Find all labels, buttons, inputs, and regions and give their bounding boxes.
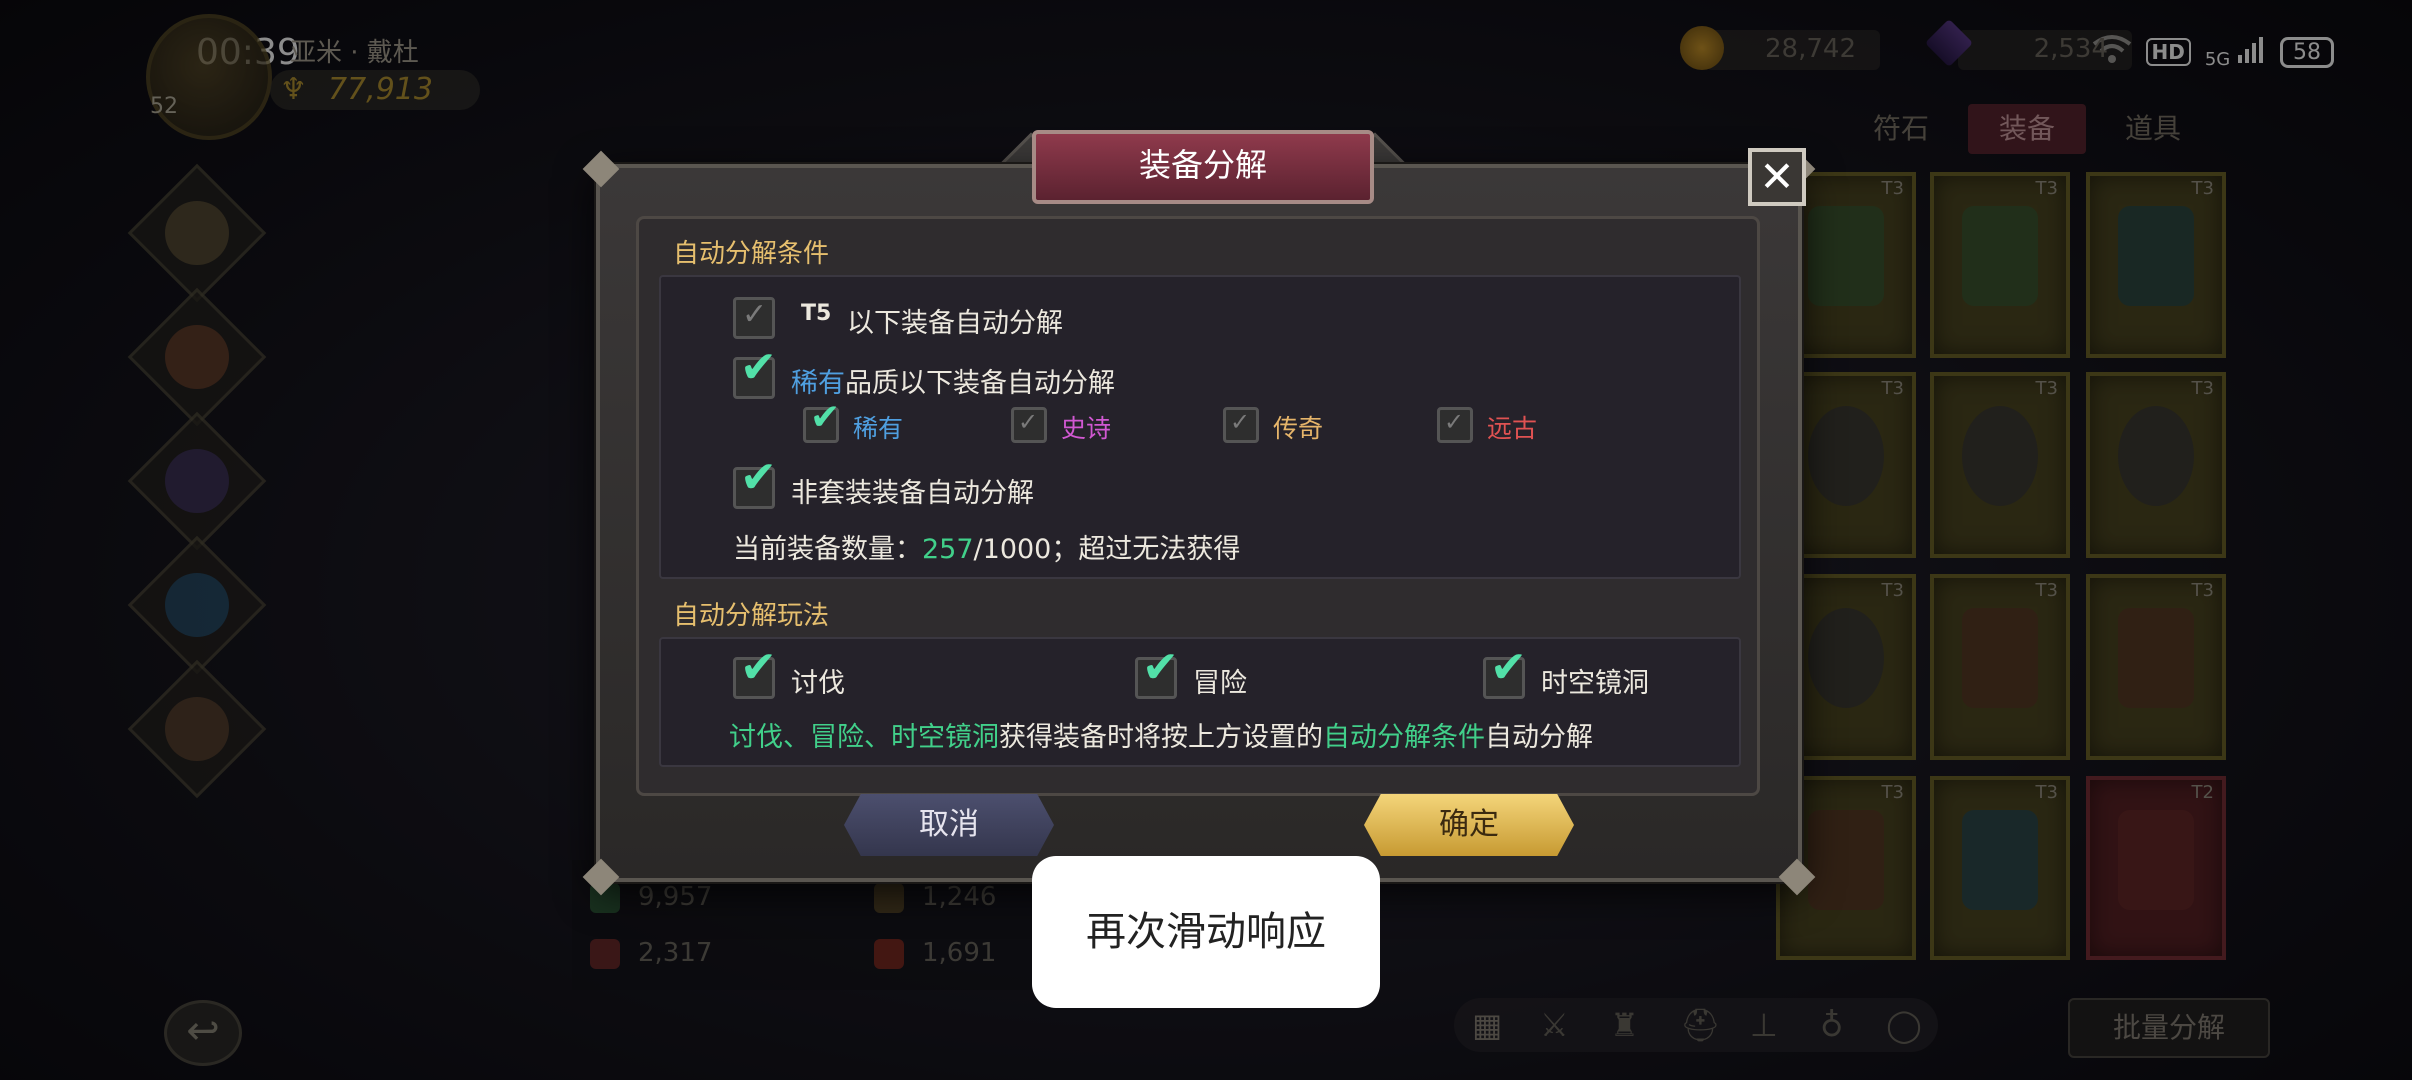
count-current: 257 (922, 534, 974, 565)
quality-word: 稀有 (791, 368, 845, 399)
rift-checkbox[interactable]: ✔ (1483, 646, 1527, 699)
adventure-checkbox[interactable]: ✔ (1135, 646, 1179, 699)
quality-rule-text: 品质以下装备自动分解 (845, 368, 1115, 399)
note-mid: 获得装备时将按上方设置的 (999, 722, 1323, 753)
section-title-modes: 自动分解玩法 (673, 601, 830, 631)
modes-note: 讨伐、冒险、时空镜洞获得装备时将按上方设置的自动分解条件自动分解 (729, 715, 1593, 754)
check-icon: ✓ (1444, 408, 1465, 436)
conditions-box: ✓ T5 以下装备自动分解 ✔ 稀有品质以下装备自动分解 ✔ 稀有 ✓ 史诗 ✓… (659, 275, 1741, 579)
confirm-button[interactable]: 确定 (1364, 794, 1574, 856)
check-icon: ✔ (740, 342, 777, 393)
check-icon: ✔ (1490, 642, 1527, 693)
note-modes: 讨伐、冒险、时空镜洞 (729, 722, 999, 753)
note-end: 自动分解 (1485, 722, 1593, 753)
epic-label: 史诗 (1061, 414, 1112, 443)
section-title-conditions: 自动分解条件 (673, 239, 830, 269)
tier-label: T5 (801, 301, 832, 326)
nonset-checkbox[interactable]: ✔ (733, 456, 777, 509)
check-icon: ✓ (742, 297, 768, 332)
note-condition: 自动分解条件 (1323, 722, 1485, 753)
modes-box: ✔ 讨伐 ✔ 冒险 ✔ 时空镜洞 讨伐、冒险、时空镜洞获得装备时将按上方设置的自… (659, 637, 1741, 767)
check-icon: ✔ (740, 452, 777, 503)
decompose-dialog: 装备分解 ✕ 自动分解条件 ✓ T5 以下装备自动分解 ✔ 稀有品质以下装备自动… (582, 130, 1816, 896)
dialog-title: 装备分解 (1032, 130, 1374, 204)
check-icon: ✓ (1230, 408, 1251, 436)
check-icon: ✔ (1142, 642, 1179, 693)
check-icon: ✔ (810, 397, 841, 438)
quality-checkbox[interactable]: ✔ (733, 346, 777, 399)
equipment-count: 当前装备数量：257/1000；超过无法获得 (733, 527, 1240, 566)
epic-checkbox[interactable]: ✓ (1011, 407, 1047, 443)
quality-rule-label: 稀有品质以下装备自动分解 (791, 361, 1115, 400)
cancel-button[interactable]: 取消 (844, 794, 1054, 856)
hunt-checkbox[interactable]: ✔ (733, 646, 777, 699)
rare-label: 稀有 (853, 414, 904, 443)
close-icon[interactable]: ✕ (1748, 148, 1806, 206)
count-prefix: 当前装备数量： (733, 534, 922, 565)
adventure-label: 冒险 (1193, 668, 1247, 699)
toast-message: 再次滑动响应 (1032, 856, 1380, 1008)
legend-label: 传奇 (1273, 414, 1324, 443)
rift-label: 时空镜洞 (1541, 668, 1649, 699)
ancient-label: 远古 (1487, 414, 1538, 443)
check-icon: ✓ (1018, 408, 1039, 436)
ancient-checkbox[interactable]: ✓ (1437, 407, 1473, 443)
tier-rule-label: 以下装备自动分解 (847, 308, 1063, 339)
count-suffix: /1000；超过无法获得 (973, 534, 1241, 565)
nonset-label: 非套装装备自动分解 (791, 478, 1034, 509)
legend-checkbox[interactable]: ✓ (1223, 407, 1259, 443)
hunt-label: 讨伐 (791, 668, 845, 699)
rare-checkbox[interactable]: ✔ (803, 400, 840, 443)
dialog-body: 自动分解条件 ✓ T5 以下装备自动分解 ✔ 稀有品质以下装备自动分解 ✔ 稀有… (636, 216, 1760, 796)
check-icon: ✔ (740, 642, 777, 693)
tier-checkbox[interactable]: ✓ (733, 297, 775, 339)
